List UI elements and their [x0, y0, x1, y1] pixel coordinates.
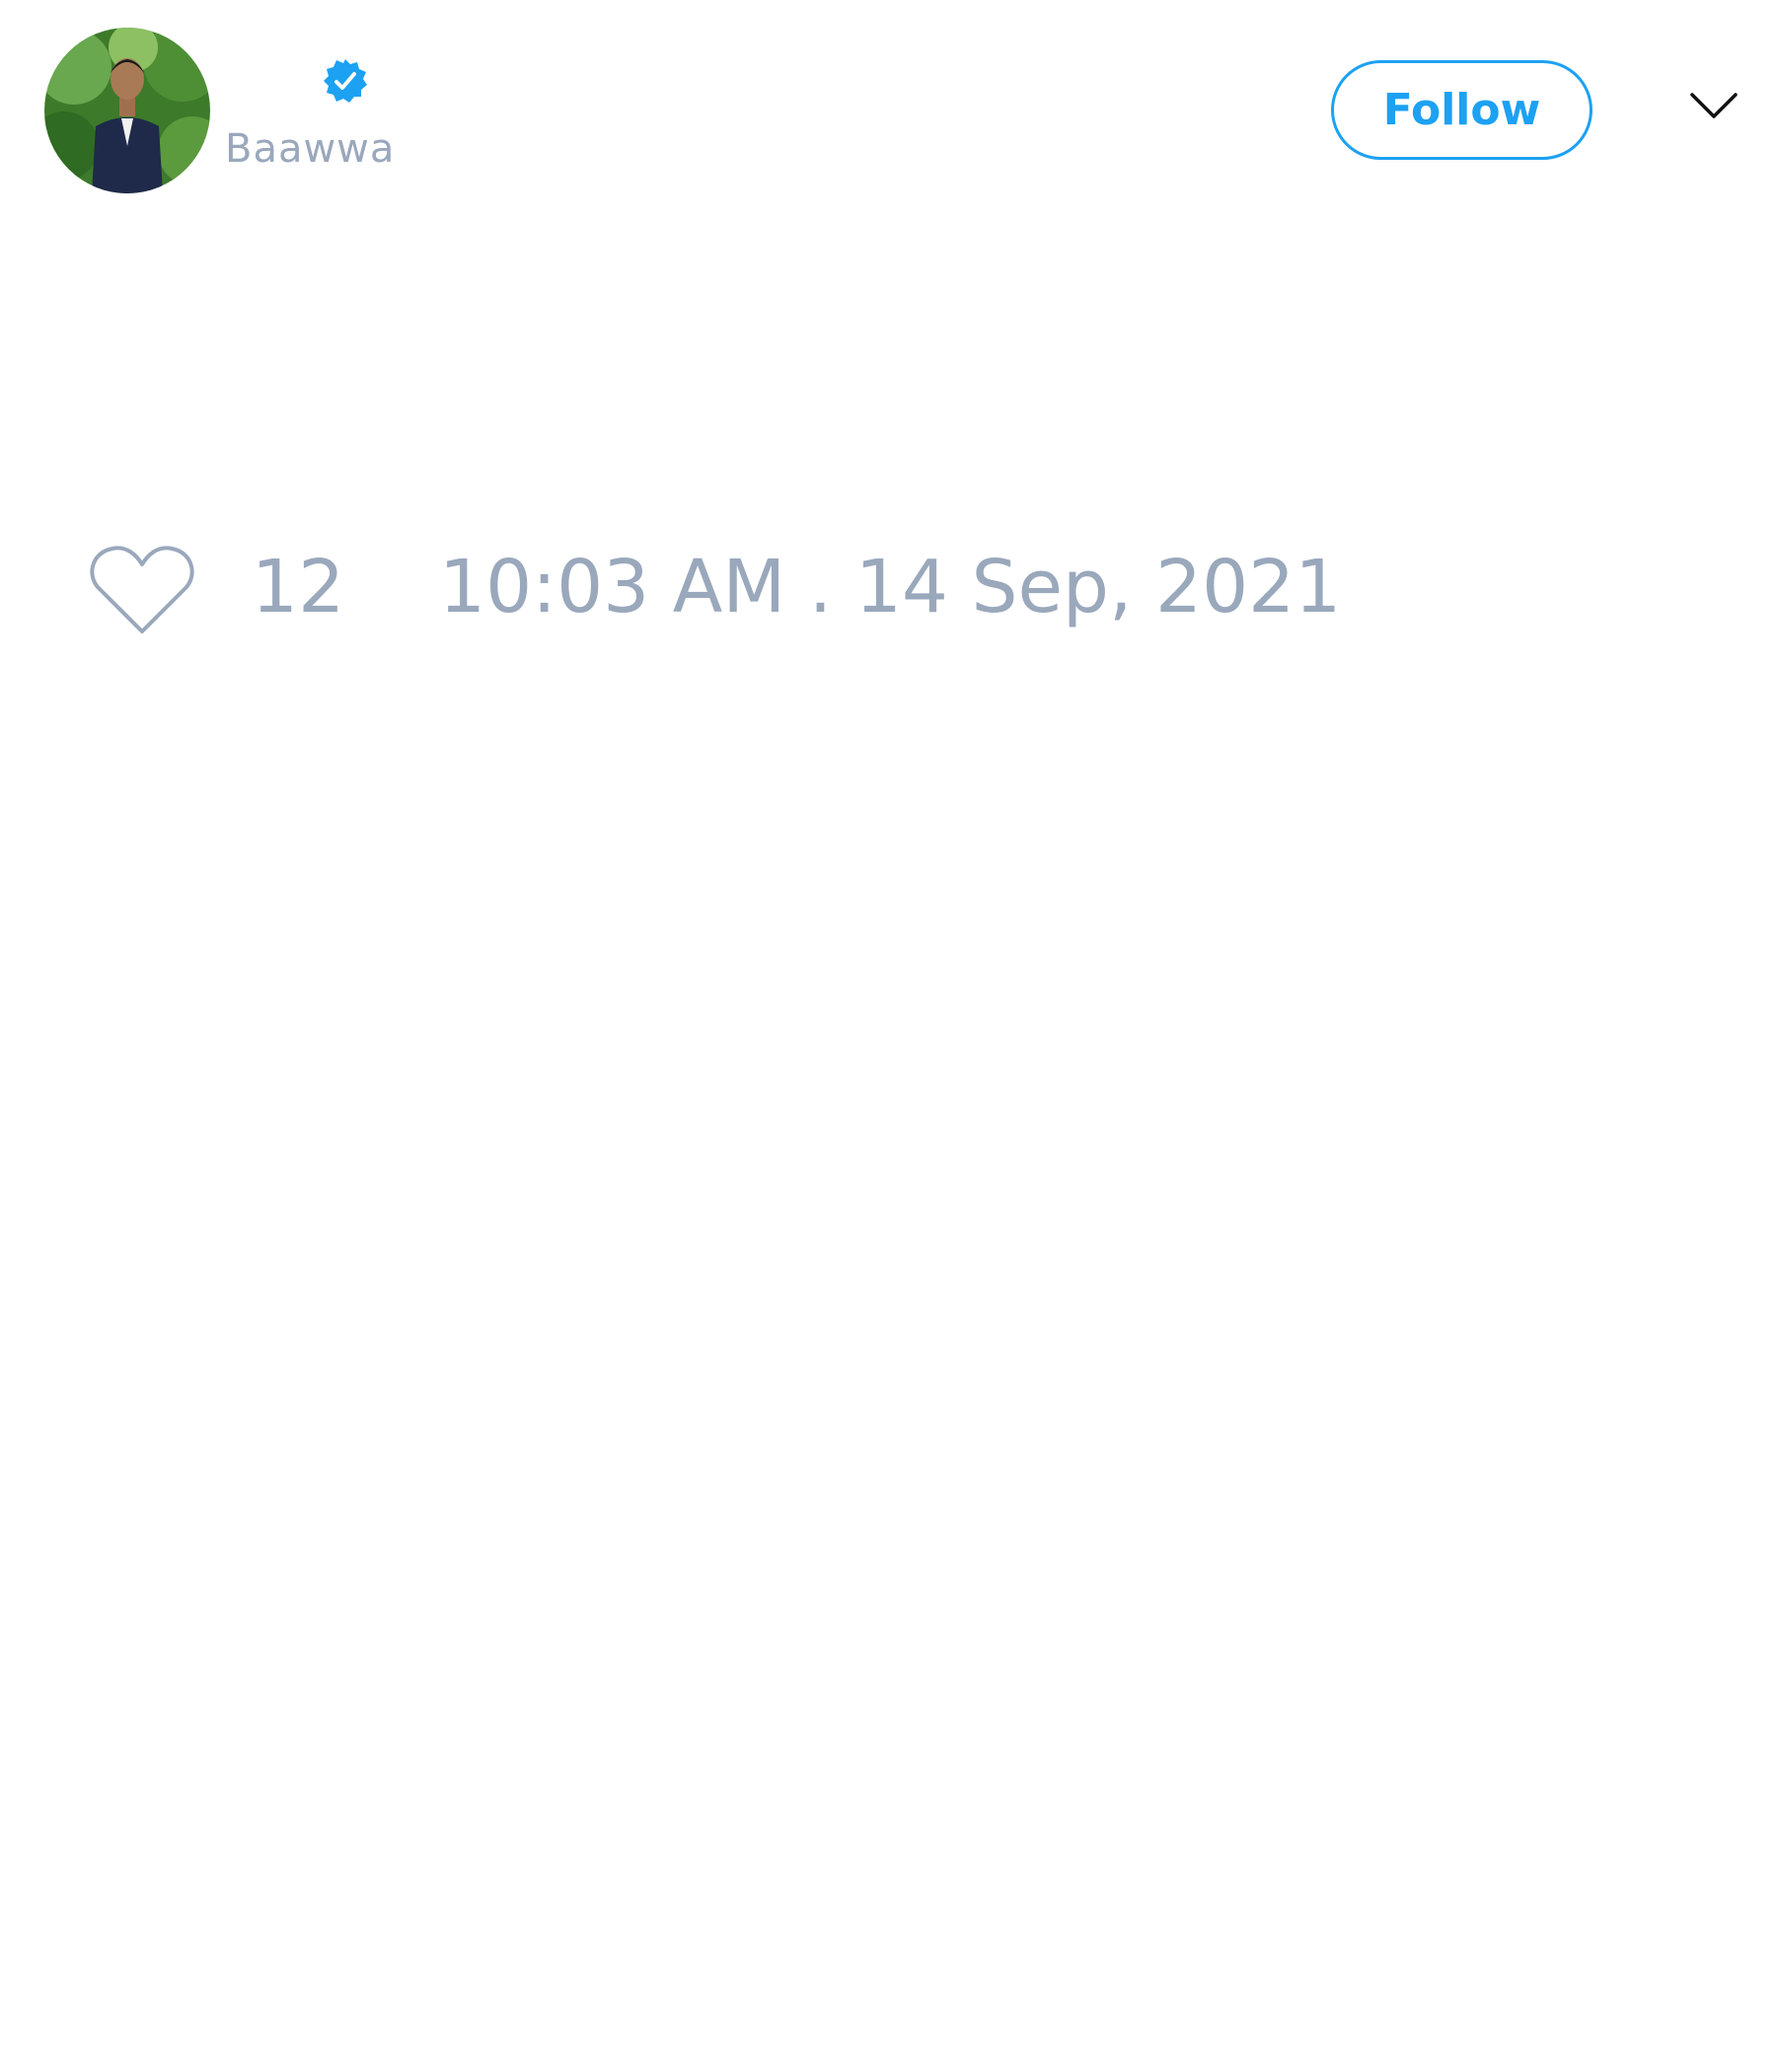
avatar-photo	[44, 28, 210, 193]
username[interactable]: Baawwa	[225, 126, 395, 172]
like-count: 12	[252, 545, 345, 629]
avatar[interactable]	[44, 28, 210, 193]
timestamp[interactable]: 10:03 AM . 14 Sep, 2021	[439, 551, 1341, 624]
tweet-footer: 12 10:03 AM . 14 Sep, 2021	[0, 533, 1776, 651]
verified-badge-icon	[324, 59, 367, 103]
follow-button[interactable]: Follow	[1331, 60, 1592, 160]
tweet-header: Baawwa Follow	[0, 0, 1776, 217]
chevron-down-icon[interactable]	[1689, 89, 1739, 124]
heart-icon[interactable]	[89, 543, 195, 637]
